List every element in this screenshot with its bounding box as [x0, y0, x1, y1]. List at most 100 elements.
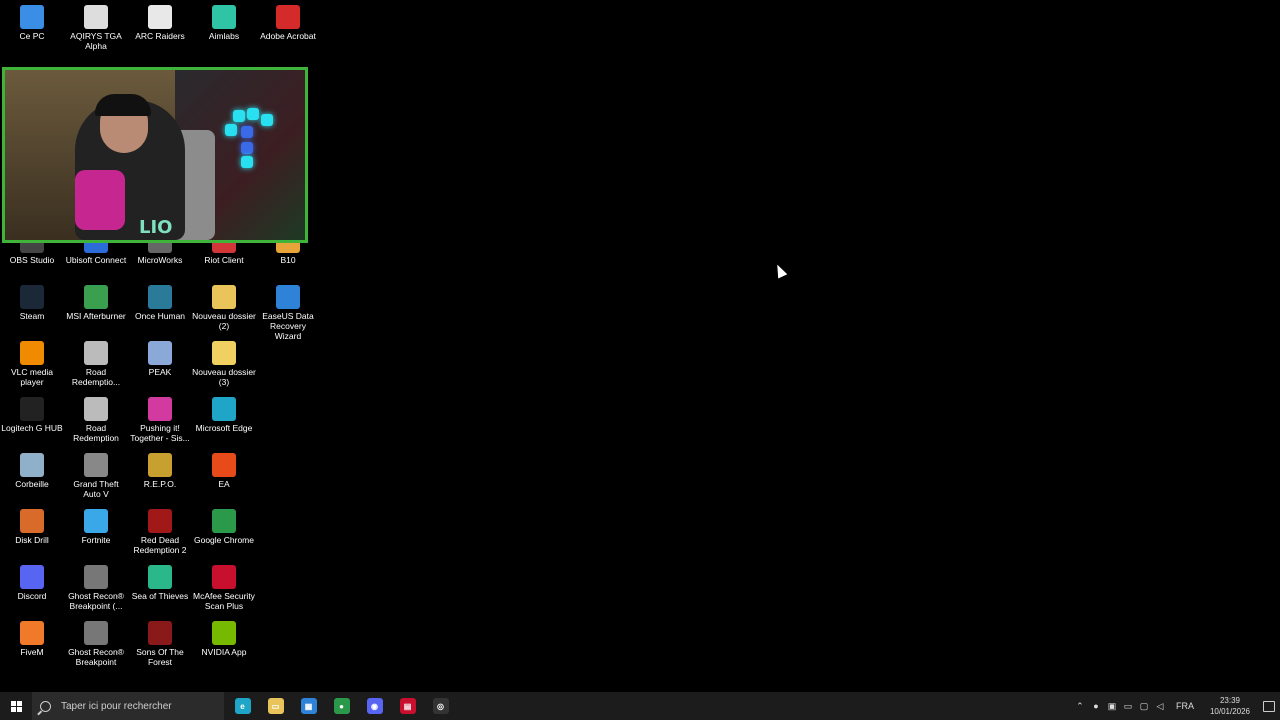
ghostrecon-icon: [84, 621, 108, 645]
desktop-icon[interactable]: Sons Of The Forest: [128, 616, 192, 667]
repo-icon: [148, 453, 172, 477]
webcam-overlay: LIO: [2, 67, 308, 243]
desktop-icon[interactable]: PEAK: [128, 336, 192, 377]
desktop-icon[interactable]: ARC Raiders: [128, 0, 192, 41]
desktop-icon-label: Logitech G HUB: [1, 423, 63, 433]
desktop-icon[interactable]: Steam: [0, 280, 64, 321]
hex-light: [241, 156, 253, 168]
webcam-logo: LIO: [139, 217, 173, 238]
desktop-icon-label: Red Dead Redemption 2: [133, 535, 187, 555]
clock[interactable]: 23:39 10/01/2026: [1202, 695, 1258, 717]
desktop-icon[interactable]: Adobe Acrobat: [256, 0, 320, 41]
desktop-icon[interactable]: EA: [192, 448, 256, 489]
desktop-icon[interactable]: Logitech G HUB: [0, 392, 64, 433]
desktop-icon[interactable]: FiveM: [0, 616, 64, 657]
desktop-icon[interactable]: Nouveau dossier (3): [192, 336, 256, 387]
taskbar-app-button[interactable]: ▭: [259, 692, 292, 720]
file-explorer-icon: ▭: [267, 698, 284, 714]
ghostrecon-icon: [84, 565, 108, 589]
desktop-icon-label: B10: [280, 255, 296, 265]
desktop-icon-label: Ce PC: [19, 31, 45, 41]
webcam-cap: [95, 94, 151, 116]
notification-icon: [1263, 700, 1275, 712]
desktop-icon-label: Ubisoft Connect: [65, 255, 127, 265]
search-placeholder: Taper ici pour rechercher: [61, 700, 172, 712]
store-icon: ▦: [300, 698, 317, 714]
desktop-icon-label: NVIDIA App: [201, 647, 247, 657]
desktop-icon[interactable]: Ghost Recon® Breakpoint (...: [64, 560, 128, 611]
oncehuman-icon: [148, 285, 172, 309]
desktop-icon[interactable]: R.E.P.O.: [128, 448, 192, 489]
desktop-icon[interactable]: Road Redemption: [64, 392, 128, 443]
desktop-icon[interactable]: Nouveau dossier (2): [192, 280, 256, 331]
microphone-icon[interactable]: ●: [1088, 692, 1104, 720]
desktop-icon[interactable]: AQIRYS TGA Alpha: [64, 0, 128, 51]
desktop-icon[interactable]: NVIDIA App: [192, 616, 256, 657]
desktop-icon-label: Nouveau dossier (2): [192, 311, 256, 331]
display-icon[interactable]: ▢: [1136, 692, 1152, 720]
desktop-icon[interactable]: MSI Afterburner: [64, 280, 128, 321]
easeus-icon: [276, 285, 300, 309]
hex-light: [233, 110, 245, 122]
desktop-icon[interactable]: Google Chrome: [192, 504, 256, 545]
desktop-icon[interactable]: Sea of Thieves: [128, 560, 192, 601]
desktop-icon[interactable]: Once Human: [128, 280, 192, 321]
desktop-icon[interactable]: Road Redemptio...: [64, 336, 128, 387]
edge-icon: e: [234, 698, 251, 714]
hex-light: [225, 124, 237, 136]
desktop-icon[interactable]: Discord: [0, 560, 64, 601]
desktop-icon-label: VLC media player: [10, 367, 54, 387]
taskbar-app-button[interactable]: ▤: [391, 692, 424, 720]
desktop-icon[interactable]: Red Dead Redemption 2: [128, 504, 192, 555]
taskbar-app-button[interactable]: ◎: [424, 692, 457, 720]
diskdrill-icon: [20, 509, 44, 533]
desktop-icon[interactable]: Corbeille: [0, 448, 64, 489]
desktop-icon[interactable]: Ce PC: [0, 0, 64, 41]
desktop-icon[interactable]: Pushing it! Together - Sis...: [128, 392, 192, 443]
desktop-icon-label: Grand Theft Auto V: [73, 479, 119, 499]
hex-light: [241, 126, 253, 138]
taskbar-app-button[interactable]: ▦: [292, 692, 325, 720]
desktop-icon[interactable]: Aimlabs: [192, 0, 256, 41]
desktop-icon[interactable]: Fortnite: [64, 504, 128, 545]
desktop-icon[interactable]: Microsoft Edge: [192, 392, 256, 433]
language-indicator[interactable]: FRA: [1168, 701, 1202, 711]
taskbar-app-button[interactable]: ●: [325, 692, 358, 720]
taskbar-app-button[interactable]: e: [226, 692, 259, 720]
ea-icon: [212, 453, 236, 477]
desktop-icon-label: Aimlabs: [208, 31, 240, 41]
desktop-icon-label: R.E.P.O.: [143, 479, 177, 489]
search-icon: [40, 700, 51, 712]
recycle-bin-icon: [20, 453, 44, 477]
desktop-icon-label: Disk Drill: [15, 535, 49, 545]
roadredemption-icon: [84, 341, 108, 365]
sonsforest-icon: [148, 621, 172, 645]
desktop-icon[interactable]: Ghost Recon® Breakpoint: [64, 616, 128, 667]
desktop-icon[interactable]: Disk Drill: [0, 504, 64, 545]
taskbar-search-box[interactable]: Taper ici pour rechercher: [32, 692, 224, 720]
gta-icon: [84, 453, 108, 477]
desktop-icon-label: Pushing it! Together - Sis...: [130, 423, 190, 443]
tray-app-icon[interactable]: ▣: [1104, 692, 1120, 720]
chevron-up-icon[interactable]: ⌃: [1072, 692, 1088, 720]
start-button[interactable]: [0, 692, 32, 720]
desktop-icon-label: Riot Client: [204, 255, 244, 265]
desktop-icon[interactable]: Grand Theft Auto V: [64, 448, 128, 499]
hex-light: [261, 114, 273, 126]
desktop-icon-label: Corbeille: [15, 479, 49, 489]
file-icon: [148, 5, 172, 29]
afterburner-icon: [84, 285, 108, 309]
desktop-icon[interactable]: McAfee Security Scan Plus: [192, 560, 256, 611]
desktop-icon[interactable]: VLC media player: [0, 336, 64, 387]
desktop-icon-label: Microsoft Edge: [195, 423, 253, 433]
desktop-icon-label: EaseUS Data Recovery Wizard: [262, 311, 314, 341]
notification-center-button[interactable]: [1258, 692, 1280, 720]
app-icon: ◎: [432, 698, 449, 714]
pushingit-icon: [148, 397, 172, 421]
taskbar-app-button[interactable]: ◉: [358, 692, 391, 720]
desktop-icon[interactable]: EaseUS Data Recovery Wizard: [256, 280, 320, 341]
volume-icon[interactable]: ◁: [1152, 692, 1168, 720]
hex-light: [241, 142, 253, 154]
network-icon[interactable]: ▭: [1120, 692, 1136, 720]
desktop-icon-label: FiveM: [20, 647, 44, 657]
